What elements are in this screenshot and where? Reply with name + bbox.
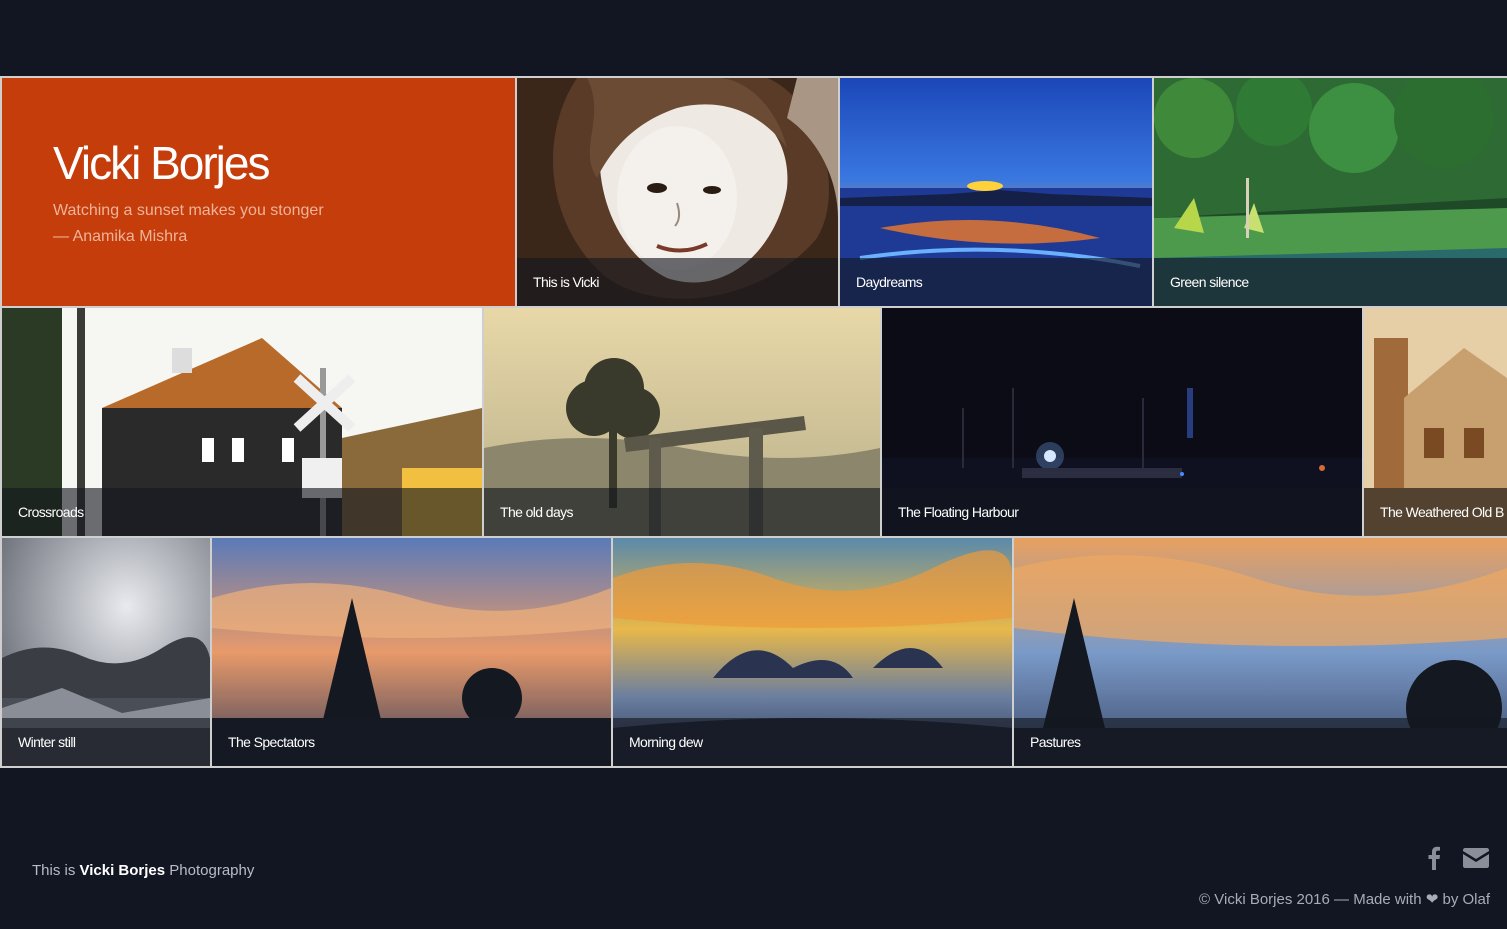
gallery-item[interactable]: The Spectators bbox=[212, 538, 611, 766]
photo-caption: The Spectators bbox=[228, 734, 315, 750]
copyright: © Vicki Borjes 2016 — Made with ❤ by Ola… bbox=[1199, 891, 1490, 908]
caption-bar: Crossroads bbox=[2, 488, 482, 536]
photo-caption: The old days bbox=[500, 504, 574, 520]
gallery-item[interactable]: Winter still bbox=[2, 538, 210, 766]
photo-caption: The Weathered Old B bbox=[1380, 504, 1504, 520]
photo-caption: Morning dew bbox=[629, 734, 703, 750]
footer-name: Vicki Borjes bbox=[79, 862, 166, 879]
gallery-item[interactable]: Crossroads bbox=[2, 308, 482, 536]
gallery-item[interactable]: Morning dew bbox=[613, 538, 1012, 766]
photo-caption: Crossroads bbox=[18, 504, 84, 520]
photo-caption: Winter still bbox=[18, 734, 76, 750]
photo-caption: Green silence bbox=[1170, 274, 1249, 290]
photo-caption: Pastures bbox=[1030, 734, 1081, 750]
social-links bbox=[1427, 846, 1489, 875]
gallery-item[interactable]: Daydreams bbox=[840, 78, 1152, 306]
gallery-row: Winter still The Spectators Morning dew … bbox=[0, 538, 1507, 766]
caption-bar: Pastures bbox=[1014, 718, 1507, 766]
photo-gallery: Vicki Borjes Watching a sunset makes you… bbox=[0, 76, 1507, 768]
caption-bar: The Spectators bbox=[212, 718, 611, 766]
gallery-item[interactable]: Pastures bbox=[1014, 538, 1507, 766]
caption-bar: This is Vicki bbox=[517, 258, 838, 306]
photo-caption: Daydreams bbox=[856, 274, 923, 290]
caption-bar: Green silence bbox=[1154, 258, 1507, 306]
footer-prefix: This is bbox=[32, 862, 76, 879]
caption-bar: The old days bbox=[484, 488, 880, 536]
gallery-item[interactable]: This is Vicki bbox=[517, 78, 838, 306]
quote-text: Watching a sunset makes you stonger bbox=[53, 202, 324, 219]
gallery-item[interactable]: The Floating Harbour bbox=[882, 308, 1362, 536]
photo-caption: This is Vicki bbox=[533, 274, 599, 290]
gallery-item[interactable]: The Weathered Old B bbox=[1364, 308, 1507, 536]
caption-bar: Daydreams bbox=[840, 258, 1152, 306]
site-title: Vicki Borjes bbox=[53, 137, 270, 189]
caption-bar: Morning dew bbox=[613, 718, 1012, 766]
gallery-row: Vicki Borjes Watching a sunset makes you… bbox=[0, 78, 1507, 306]
gallery-row: Crossroads The old days The Floating Har… bbox=[0, 308, 1507, 536]
gallery-item[interactable]: The old days bbox=[484, 308, 880, 536]
page: Vicki Borjes Watching a sunset makes you… bbox=[0, 0, 1507, 929]
caption-bar: The Floating Harbour bbox=[882, 488, 1362, 536]
site-quote: Watching a sunset makes you stonger — An… bbox=[53, 198, 413, 250]
caption-bar: Winter still bbox=[2, 718, 210, 766]
facebook-icon[interactable] bbox=[1427, 846, 1441, 875]
footer-tagline: This is Vicki Borjes Photography bbox=[32, 862, 254, 879]
quote-author: — Anamika Mishra bbox=[53, 228, 188, 245]
mail-icon[interactable] bbox=[1463, 848, 1489, 873]
footer-suffix: Photography bbox=[169, 862, 255, 879]
gallery-item[interactable]: Green silence bbox=[1154, 78, 1507, 306]
hero-tile: Vicki Borjes Watching a sunset makes you… bbox=[2, 78, 515, 306]
caption-bar: The Weathered Old B bbox=[1364, 488, 1507, 536]
photo-caption: The Floating Harbour bbox=[898, 504, 1019, 520]
